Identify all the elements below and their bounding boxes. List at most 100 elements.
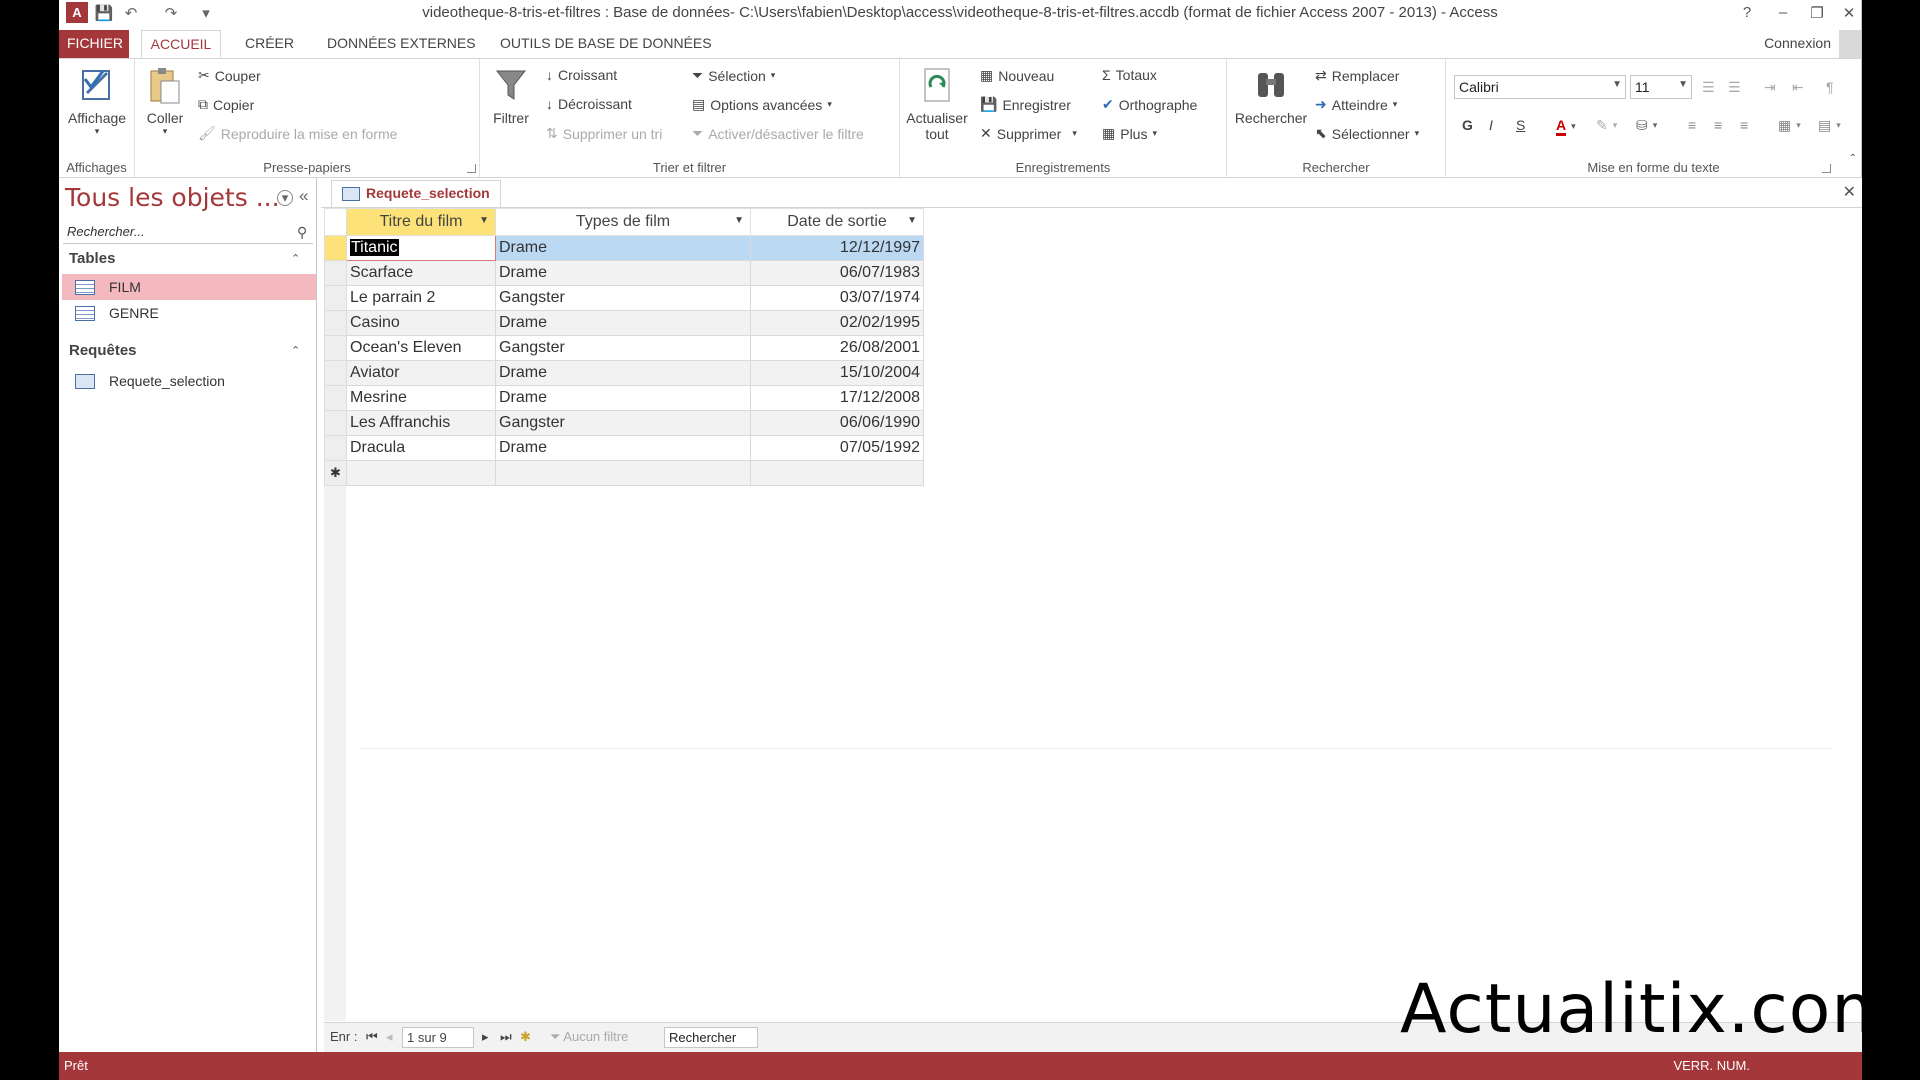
table-row[interactable]: Dracula Drame 07/05/1992 <box>324 435 924 461</box>
record-search-input[interactable]: Rechercher <box>664 1027 758 1048</box>
table-cell[interactable]: Gangster <box>495 335 751 361</box>
table-cell[interactable]: Gangster <box>495 285 751 311</box>
table-cell[interactable]: 12/12/1997 <box>750 235 924 261</box>
toggle-filter-button[interactable]: ⏷ Activer/désactiver le filtre <box>692 125 864 142</box>
font-size-combo[interactable]: 11 ▼ <box>1630 75 1692 99</box>
record-selector[interactable] <box>324 385 347 411</box>
table-cell[interactable]: Drame <box>495 360 751 386</box>
bold-button[interactable]: G <box>1462 117 1473 133</box>
collapse-nav-pane-icon[interactable]: « <box>299 186 308 206</box>
nav-item-film-table[interactable]: FILM <box>62 274 316 300</box>
nav-item-genre-table[interactable]: GENRE <box>62 300 316 326</box>
new-record-row[interactable]: ✱ <box>324 460 924 486</box>
numbering-button[interactable]: ☰ <box>1728 79 1741 96</box>
restore-button[interactable]: ❐ <box>1799 0 1835 25</box>
record-selector[interactable] <box>324 310 347 336</box>
font-color-button[interactable]: A ▾ <box>1556 117 1576 136</box>
tab-create[interactable]: CRÉER <box>237 30 302 58</box>
totals-button[interactable]: Σ Totaux <box>1102 67 1157 83</box>
collapse-section-icon[interactable]: ⌃ <box>291 252 300 265</box>
record-selector[interactable] <box>324 410 347 436</box>
table-cell[interactable]: Ocean's Eleven <box>346 335 496 361</box>
highlight-button[interactable]: ✎ ▾ <box>1596 117 1617 134</box>
font-name-combo[interactable]: Calibri ▼ <box>1454 75 1626 99</box>
clipboard-launcher-icon[interactable] <box>467 164 476 173</box>
nav-search-input[interactable]: Rechercher... <box>63 222 313 244</box>
bullets-button[interactable]: ☰ <box>1702 79 1715 96</box>
align-center-button[interactable]: ≡ <box>1714 117 1722 133</box>
table-cell[interactable]: Drame <box>495 435 751 461</box>
table-cell[interactable]: 06/06/1990 <box>750 410 924 436</box>
delete-record-button[interactable]: ✕ Supprimer ▾ <box>980 125 1077 142</box>
chevron-down-icon[interactable]: ▼ <box>479 215 489 226</box>
table-cell[interactable]: 07/05/1992 <box>750 435 924 461</box>
record-selector[interactable] <box>324 285 347 311</box>
chevron-down-icon[interactable]: ▼ <box>907 215 917 226</box>
table-cell[interactable]: Dracula <box>346 435 496 461</box>
find-button[interactable]: Rechercher <box>1231 65 1311 126</box>
nav-menu-chevron-icon[interactable]: ▾ <box>277 190 293 206</box>
goto-button[interactable]: ➜ Atteindre ▾ <box>1315 96 1397 113</box>
table-cell[interactable]: 03/07/1974 <box>750 285 924 311</box>
fill-color-button[interactable]: ⛁ ▾ <box>1636 117 1657 134</box>
close-window-button[interactable]: ✕ <box>1831 0 1867 25</box>
sign-in-link[interactable]: Connexion <box>1764 35 1831 51</box>
table-row[interactable]: Aviator Drame 15/10/2004 <box>324 360 924 386</box>
table-cell[interactable]: Aviator <box>346 360 496 386</box>
help-button[interactable]: ? <box>1729 0 1765 25</box>
last-record-button[interactable]: ⏭ <box>500 1029 512 1045</box>
filter-button[interactable]: Filtrer <box>486 65 536 126</box>
table-cell[interactable]: 06/07/1983 <box>750 260 924 286</box>
chevron-down-icon[interactable]: ▼ <box>734 215 744 226</box>
table-cell[interactable]: 02/02/1995 <box>750 310 924 336</box>
column-header-types[interactable]: Types de film ▼ <box>495 208 751 236</box>
avatar[interactable] <box>1839 30 1861 58</box>
table-cell[interactable] <box>346 460 496 486</box>
record-selector[interactable] <box>324 335 347 361</box>
advanced-options-button[interactable]: ▤ Options avancées ▾ <box>692 96 832 113</box>
tab-home[interactable]: ACCUEIL <box>141 30 221 58</box>
column-header-titre[interactable]: Titre du film ▼ <box>346 208 496 236</box>
table-row[interactable]: Mesrine Drame 17/12/2008 <box>324 385 924 411</box>
nav-section-queries[interactable]: Requêtes <box>69 342 137 359</box>
remove-sort-button[interactable]: ⇅ Supprimer un tri <box>546 125 662 142</box>
selection-button[interactable]: ⏷ Sélection ▾ <box>692 67 775 84</box>
table-row[interactable]: Casino Drame 02/02/1995 <box>324 310 924 336</box>
new-record-marker[interactable]: ✱ <box>324 460 347 486</box>
table-row[interactable]: Scarface Drame 06/07/1983 <box>324 260 924 286</box>
no-filter-button[interactable]: ⏷ Aucun filtre <box>550 1029 628 1045</box>
gridlines-button[interactable]: ▦ ▾ <box>1778 117 1801 134</box>
new-record-button[interactable]: ▦ Nouveau <box>980 67 1054 84</box>
view-button[interactable]: Affichage ▾ <box>61 65 133 137</box>
table-cell[interactable]: Titanic <box>346 235 496 261</box>
table-cell[interactable]: Le parrain 2 <box>346 285 496 311</box>
first-record-button[interactable]: ⏮ <box>366 1029 378 1045</box>
table-cell[interactable]: 17/12/2008 <box>750 385 924 411</box>
table-cell[interactable]: Drame <box>495 235 751 261</box>
table-cell[interactable] <box>495 460 751 486</box>
table-row[interactable]: Les Affranchis Gangster 06/06/1990 <box>324 410 924 436</box>
more-button[interactable]: ▦ Plus ▾ <box>1102 125 1157 142</box>
cut-button[interactable]: ✂ Couper <box>198 67 261 84</box>
table-cell[interactable]: 15/10/2004 <box>750 360 924 386</box>
document-tab-requete-selection[interactable]: Requete_selection <box>331 180 501 207</box>
new-record-nav-button[interactable]: ✱ <box>520 1029 531 1045</box>
table-cell[interactable]: Les Affranchis <box>346 410 496 436</box>
increase-indent-button[interactable]: ⇥ <box>1764 79 1776 96</box>
table-cell[interactable]: Scarface <box>346 260 496 286</box>
collapse-ribbon-button[interactable]: ⌃ <box>1849 153 1857 164</box>
table-cell[interactable]: Drame <box>495 260 751 286</box>
previous-record-button[interactable]: ◂ <box>386 1029 393 1045</box>
record-selector[interactable] <box>324 435 347 461</box>
table-cell[interactable]: Mesrine <box>346 385 496 411</box>
tab-file[interactable]: FICHIER <box>59 30 129 58</box>
column-header-date[interactable]: Date de sortie ▼ <box>750 208 924 236</box>
table-row[interactable]: Ocean's Eleven Gangster 26/08/2001 <box>324 335 924 361</box>
align-left-button[interactable]: ≡ <box>1688 117 1696 133</box>
close-document-icon[interactable]: ✕ <box>1843 182 1856 202</box>
select-all-corner[interactable] <box>324 208 347 236</box>
table-cell[interactable] <box>750 460 924 486</box>
table-cell[interactable]: Drame <box>495 310 751 336</box>
next-record-button[interactable]: ▸ <box>482 1029 489 1045</box>
table-row[interactable]: Le parrain 2 Gangster 03/07/1974 <box>324 285 924 311</box>
